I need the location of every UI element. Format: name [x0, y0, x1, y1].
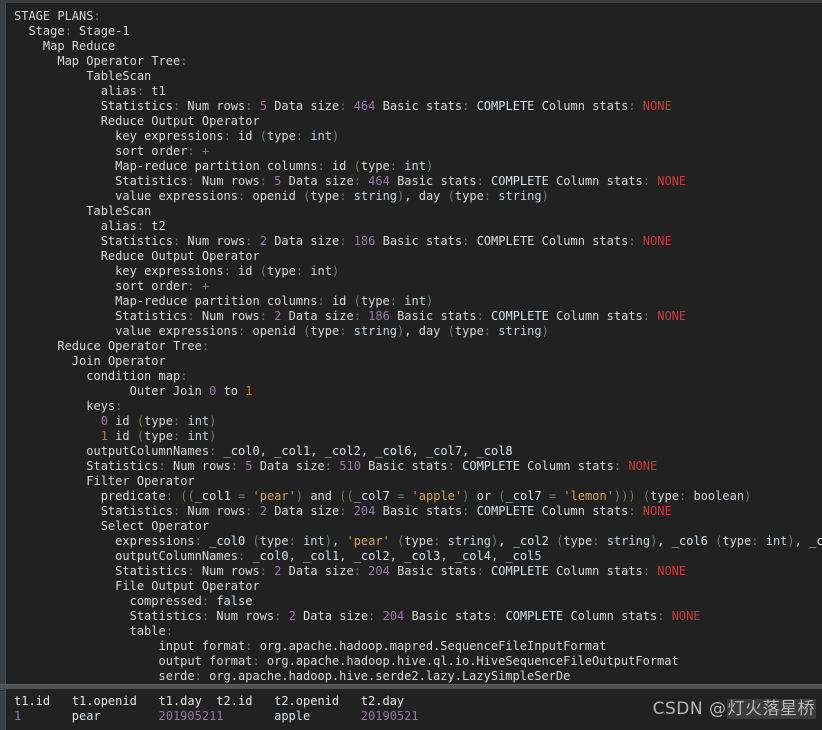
plan-line: Reduce Operator Tree: — [57, 339, 210, 353]
plan-line: Outer Join 0 to 1 — [129, 384, 253, 398]
plan-line: outputColumnNames: _col0, _col1, _col2, … — [86, 444, 513, 458]
plan-line: Statistics: Num rows: 2 Data size: 204 B… — [115, 564, 687, 578]
plan-line: Statistics: Num rows: 5 Data size: 464 B… — [100, 99, 672, 113]
plan-line: Statistics: Num rows: 5 Data size: 464 B… — [115, 174, 687, 188]
plan-line: Reduce Output Operator — [100, 249, 260, 263]
result-column-header[interactable]: t2.day — [361, 694, 419, 708]
query-result-grid: t1.id t1.openid t1.day t2.id t2.openid t… — [6, 689, 822, 724]
result-column-header[interactable]: t1.id — [14, 694, 72, 708]
plan-line: alias: t2 — [100, 219, 166, 233]
result-column-header[interactable]: t1.day — [159, 694, 217, 708]
plan-line: sort order: + — [115, 279, 210, 293]
plan-line: predicate: ((_col1 = 'pear') and ((_col7… — [100, 489, 752, 503]
plan-line: Statistics: Num rows: 2 Data size: 204 B… — [129, 609, 701, 623]
plan-line: serde: org.apache.hadoop.hive.serde2.laz… — [158, 669, 571, 683]
result-cell[interactable]: 1 — [14, 709, 72, 723]
plan-line: compressed: false — [129, 594, 253, 608]
plan-line: Filter Operator — [86, 474, 195, 488]
plan-line: Statistics: Num rows: 2 Data size: 186 B… — [115, 309, 687, 323]
plan-line: expressions: _col0 (type: int), 'pear' (… — [115, 534, 822, 548]
plan-line: Statistics: Num rows: 2 Data size: 186 B… — [100, 234, 672, 248]
result-header-row: t1.id t1.openid t1.day t2.id t2.openid t… — [14, 694, 822, 709]
plan-line: output format: org.apache.hadoop.hive.ql… — [158, 654, 679, 668]
console-window: STAGE PLANS: Stage: Stage-1 Map Reduce M… — [0, 0, 822, 730]
plan-line: Statistics: Num rows: 2 Data size: 204 B… — [100, 504, 672, 518]
plan-line: Join Operator — [71, 354, 166, 368]
plan-line: alias: t1 — [100, 84, 166, 98]
plan-line: Map-reduce partition columns: id (type: … — [115, 294, 434, 308]
result-cell[interactable]: 20190521 — [361, 709, 419, 723]
plan-line: key expressions: id (type: int) — [115, 129, 340, 143]
plan-line: TableScan — [86, 204, 152, 218]
plan-line: Stage: Stage-1 — [28, 24, 130, 38]
plan-line: value expressions: openid (type: string)… — [115, 189, 549, 203]
plan-line: value expressions: openid (type: string)… — [115, 324, 549, 338]
result-column-header[interactable]: t2.openid — [274, 694, 361, 708]
result-cell[interactable]: 1 — [216, 709, 274, 723]
plan-line: STAGE PLANS: — [14, 9, 101, 23]
plan-line: Map Reduce — [42, 39, 116, 53]
plan-line: 1 id (type: int) — [100, 429, 217, 443]
explain-plan-pane[interactable]: STAGE PLANS: Stage: Stage-1 Map Reduce M… — [5, 3, 822, 686]
query-result-pane[interactable]: t1.id t1.openid t1.day t2.id t2.openid t… — [5, 689, 822, 730]
explain-plan-lines: STAGE PLANS: Stage: Stage-1 Map Reduce M… — [6, 3, 822, 684]
plan-line: outputColumnNames: _col0, _col1, _col2, … — [115, 549, 542, 563]
result-row[interactable]: 1 pear 201905211 apple 20190521 — [14, 709, 822, 724]
plan-line: Statistics: Num rows: 5 Data size: 510 B… — [86, 459, 658, 473]
result-cell[interactable]: pear — [72, 709, 159, 723]
result-column-header[interactable]: t2.id — [216, 694, 274, 708]
plan-line: input format: org.apache.hadoop.mapred.S… — [158, 639, 607, 653]
plan-line: condition map: — [86, 369, 188, 383]
plan-line: Select Operator — [100, 519, 210, 533]
plan-line: keys: — [86, 399, 123, 413]
result-cell[interactable]: apple — [274, 709, 361, 723]
plan-line: Reduce Output Operator — [100, 114, 260, 128]
plan-line: Map Operator Tree: — [57, 54, 188, 68]
plan-line: key expressions: id (type: int) — [115, 264, 340, 278]
plan-line: File Output Operator — [115, 579, 260, 593]
plan-line: sort order: + — [115, 144, 210, 158]
plan-line: TableScan — [86, 69, 152, 83]
result-column-header[interactable]: t1.openid — [72, 694, 159, 708]
result-cell[interactable]: 20190521 — [159, 709, 217, 723]
plan-line: Map-reduce partition columns: id (type: … — [115, 159, 434, 173]
plan-line: table: — [129, 624, 173, 638]
plan-line: 0 id (type: int) — [100, 414, 217, 428]
